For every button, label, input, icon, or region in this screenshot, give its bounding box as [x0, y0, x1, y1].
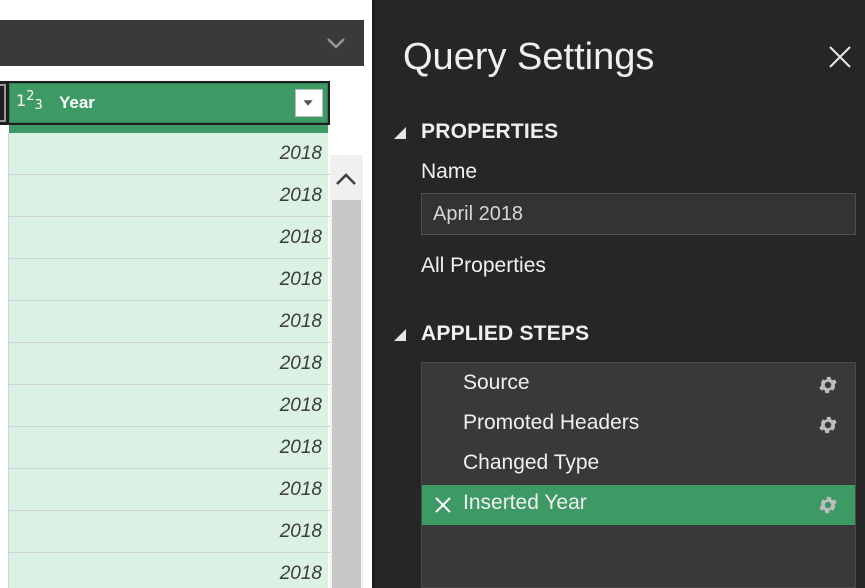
name-label: Name — [421, 160, 478, 183]
number-type-icon[interactable]: 123 — [16, 89, 43, 114]
year-cell[interactable]: 2018 — [9, 427, 328, 468]
table-row: 2018 — [0, 259, 330, 301]
year-cell[interactable]: 2018 — [9, 175, 328, 216]
delete-step-icon[interactable] — [433, 495, 453, 515]
year-cell[interactable]: 2018 — [9, 133, 328, 174]
year-cell[interactable]: 2018 — [9, 343, 328, 384]
step-label: Inserted Year — [463, 491, 587, 514]
applied-steps-list: Source Promoted Headers Changed Type Insert… — [421, 362, 856, 588]
row-stub — [0, 259, 9, 301]
year-cell[interactable]: 2018 — [9, 259, 328, 300]
cell-value: 2018 — [279, 185, 322, 206]
year-cell[interactable]: 2018 — [9, 217, 328, 258]
column-quality-bar — [9, 125, 328, 133]
table-row: 2018 — [0, 343, 330, 385]
table-row: 2018 — [0, 553, 330, 588]
pane-title: Query Settings — [403, 36, 655, 78]
formula-bar — [0, 0, 372, 81]
chevron-up-icon — [336, 173, 356, 185]
row-stub — [0, 133, 9, 175]
cell-value: 2018 — [279, 395, 322, 416]
step-label: Source — [463, 371, 530, 394]
filter-dropdown-icon — [303, 100, 313, 106]
table-row: 2018 — [0, 301, 330, 343]
year-cell[interactable]: 2018 — [9, 511, 328, 552]
year-cell[interactable]: 2018 — [9, 553, 328, 588]
gear-icon[interactable] — [817, 414, 839, 436]
table-row: 2018 — [0, 427, 330, 469]
collapse-triangle-icon[interactable] — [394, 329, 406, 341]
row-stub — [0, 427, 9, 469]
column-header-row: 123 Year — [0, 81, 330, 125]
row-stub — [0, 301, 9, 343]
row-stub — [0, 553, 9, 588]
cell-value: 2018 — [279, 479, 322, 500]
cell-value: 2018 — [279, 437, 322, 458]
scroll-up-button[interactable] — [330, 155, 363, 200]
cell-value: 2018 — [279, 227, 322, 248]
cell-value: 2018 — [279, 353, 322, 374]
table-row: 2018 — [0, 469, 330, 511]
chevron-down-icon[interactable] — [326, 36, 346, 50]
step-label: Changed Type — [463, 451, 600, 474]
query-name-input[interactable] — [421, 193, 856, 235]
column-filter-button[interactable] — [295, 89, 323, 117]
scroll-thumb[interactable] — [332, 200, 361, 588]
query-settings-pane: Query Settings PROPERTIES Name All Prope… — [375, 0, 865, 588]
cell-value: 2018 — [279, 311, 322, 332]
row-stub — [0, 511, 9, 553]
cell-value: 2018 — [279, 563, 322, 584]
all-properties-link[interactable]: All Properties — [421, 254, 546, 278]
row-stub — [0, 217, 9, 259]
gear-icon[interactable] — [817, 374, 839, 396]
row-stub — [0, 175, 9, 217]
column-header-label: Year — [59, 93, 95, 112]
grid-rows: 2018 2018 2018 2018 2018 2018 2018 2018 2018 2018… — [0, 133, 330, 588]
table-row: 2018 — [0, 385, 330, 427]
applied-step[interactable]: Source — [422, 365, 855, 405]
cell-value: 2018 — [279, 521, 322, 542]
year-cell[interactable]: 2018 — [9, 385, 328, 426]
previous-column-header[interactable] — [0, 84, 6, 122]
year-cell[interactable]: 2018 — [9, 301, 328, 342]
applied-steps-heading[interactable]: APPLIED STEPS — [421, 322, 589, 346]
table-row: 2018 — [0, 511, 330, 553]
data-grid-area: 123 Year 2018 2018 2018 2018 2018 2018 2018 201… — [0, 0, 372, 588]
row-stub — [0, 469, 9, 511]
step-label: Promoted Headers — [463, 411, 640, 434]
cell-value: 2018 — [279, 143, 322, 164]
table-row: 2018 — [0, 175, 330, 217]
formula-box[interactable] — [0, 20, 364, 66]
table-row: 2018 — [0, 217, 330, 259]
column-header-year[interactable]: 123 Year — [9, 83, 328, 123]
applied-step[interactable]: Changed Type — [422, 445, 855, 485]
gear-icon[interactable] — [817, 494, 839, 516]
applied-step[interactable]: Promoted Headers — [422, 405, 855, 445]
cell-value: 2018 — [279, 269, 322, 290]
close-icon[interactable] — [828, 45, 852, 69]
table-row: 2018 — [0, 133, 330, 175]
row-stub — [0, 385, 9, 427]
year-cell[interactable]: 2018 — [9, 469, 328, 510]
properties-heading[interactable]: PROPERTIES — [421, 120, 558, 144]
collapse-triangle-icon[interactable] — [394, 127, 406, 139]
row-stub — [0, 343, 9, 385]
vertical-scrollbar[interactable] — [330, 155, 363, 588]
applied-step[interactable]: Inserted Year — [422, 485, 855, 525]
